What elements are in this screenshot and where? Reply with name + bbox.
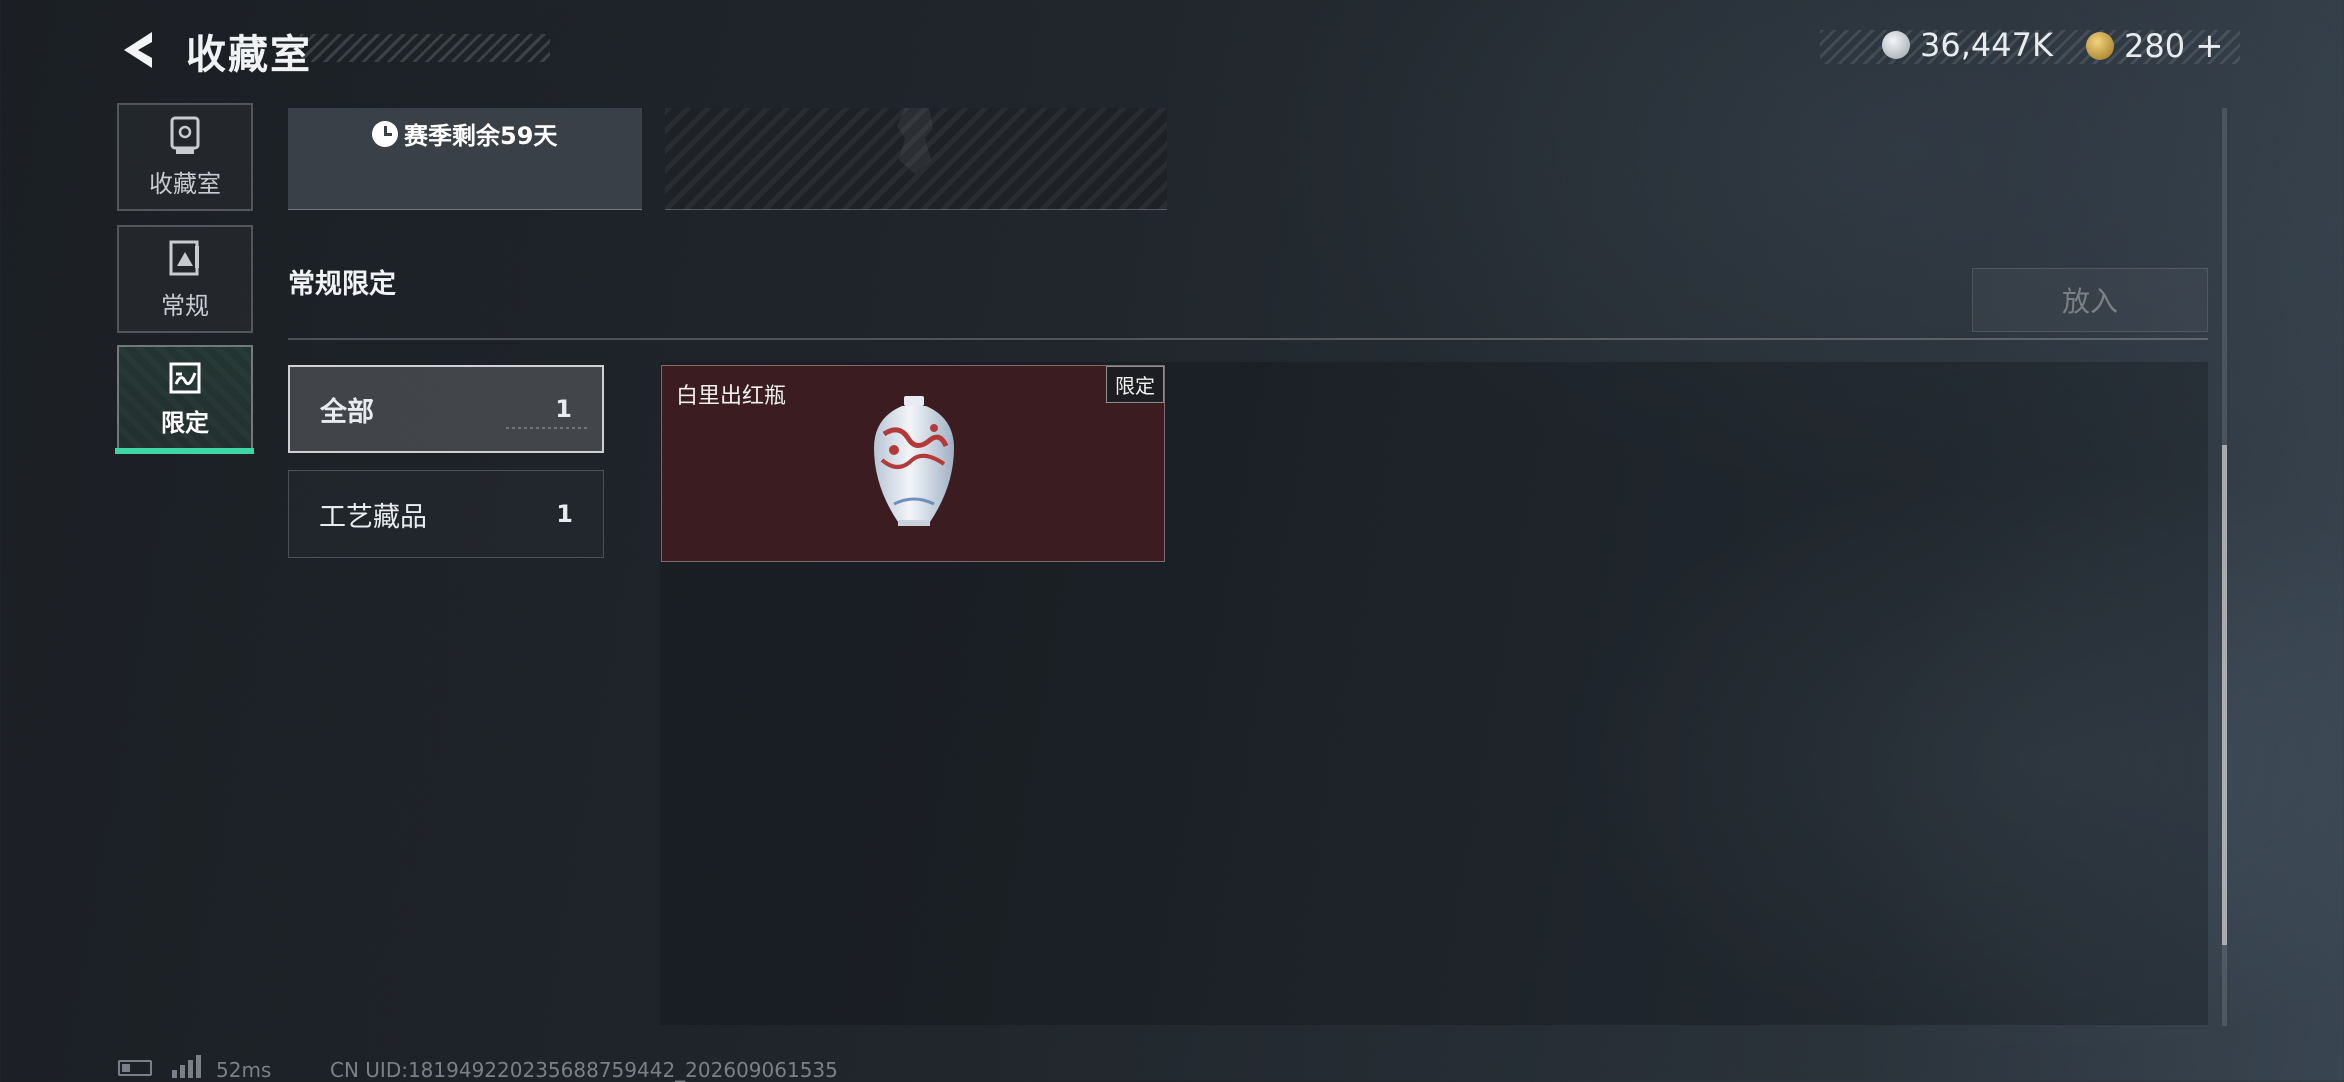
sidebar-item-limited[interactable]: 限定 — [117, 345, 253, 453]
back-arrow-icon[interactable] — [118, 28, 162, 72]
section-heading: 常规限定 — [288, 269, 396, 300]
section-divider — [288, 338, 2208, 340]
collection-item-card[interactable]: 白里出红瓶 限定 — [661, 365, 1165, 562]
sidebar-item-label: 收藏室 — [149, 169, 221, 198]
silver-coin-icon — [1882, 31, 1910, 59]
sidebar-item-regular[interactable]: 常规 — [117, 225, 253, 333]
put-in-button[interactable]: 放入 — [1972, 268, 2208, 332]
trophy-icon — [170, 116, 200, 154]
silhouette-icon — [897, 108, 933, 174]
vase-image — [874, 396, 954, 526]
filter-label: 工艺藏品 — [319, 501, 427, 533]
filter-craft-collectibles[interactable]: 工艺藏品 1 — [288, 470, 604, 558]
page-title: 收藏室 — [186, 32, 312, 78]
gold-coin-icon — [2086, 32, 2114, 60]
title-decoration — [300, 34, 550, 62]
sidebar-item-collection-room[interactable]: 收藏室 — [117, 103, 253, 211]
signal-icon — [172, 1054, 201, 1078]
sidebar-item-label: 常规 — [161, 291, 209, 320]
season-card[interactable]: 赛季剩余59天 — [288, 108, 642, 210]
filter-label: 全部 — [320, 396, 374, 428]
locked-card[interactable] — [665, 108, 1167, 210]
filter-count: 1 — [555, 395, 572, 423]
clock-icon — [372, 120, 398, 147]
currency-gold-value: 280 — [2124, 27, 2186, 65]
battery-icon — [118, 1060, 152, 1076]
scrollbar-thumb[interactable] — [2222, 445, 2227, 945]
active-tab-indicator — [115, 448, 254, 454]
add-currency-button[interactable]: + — [2195, 26, 2224, 66]
currency-silver[interactable]: 36,447K — [1882, 26, 2053, 64]
currency-gold[interactable]: 280 + — [2086, 26, 2224, 66]
season-remaining-text: 赛季剩余59天 — [404, 122, 558, 150]
sidebar-item-label: 限定 — [161, 408, 209, 437]
limited-badge: 限定 — [1106, 366, 1164, 403]
filter-all[interactable]: 全部 1 — [288, 365, 604, 453]
item-name: 白里出红瓶 — [676, 384, 787, 409]
ping-text: 52ms — [216, 1058, 272, 1082]
card-icon — [169, 240, 199, 275]
currency-silver-value: 36,447K — [1920, 26, 2053, 64]
season-timer: 赛季剩余59天 — [372, 116, 557, 151]
filter-decoration — [506, 427, 588, 429]
filter-count: 1 — [556, 500, 573, 528]
uid-text: CN UID:18194922023568875944​2_2026090615… — [330, 1058, 838, 1082]
limited-icon — [169, 362, 201, 393]
